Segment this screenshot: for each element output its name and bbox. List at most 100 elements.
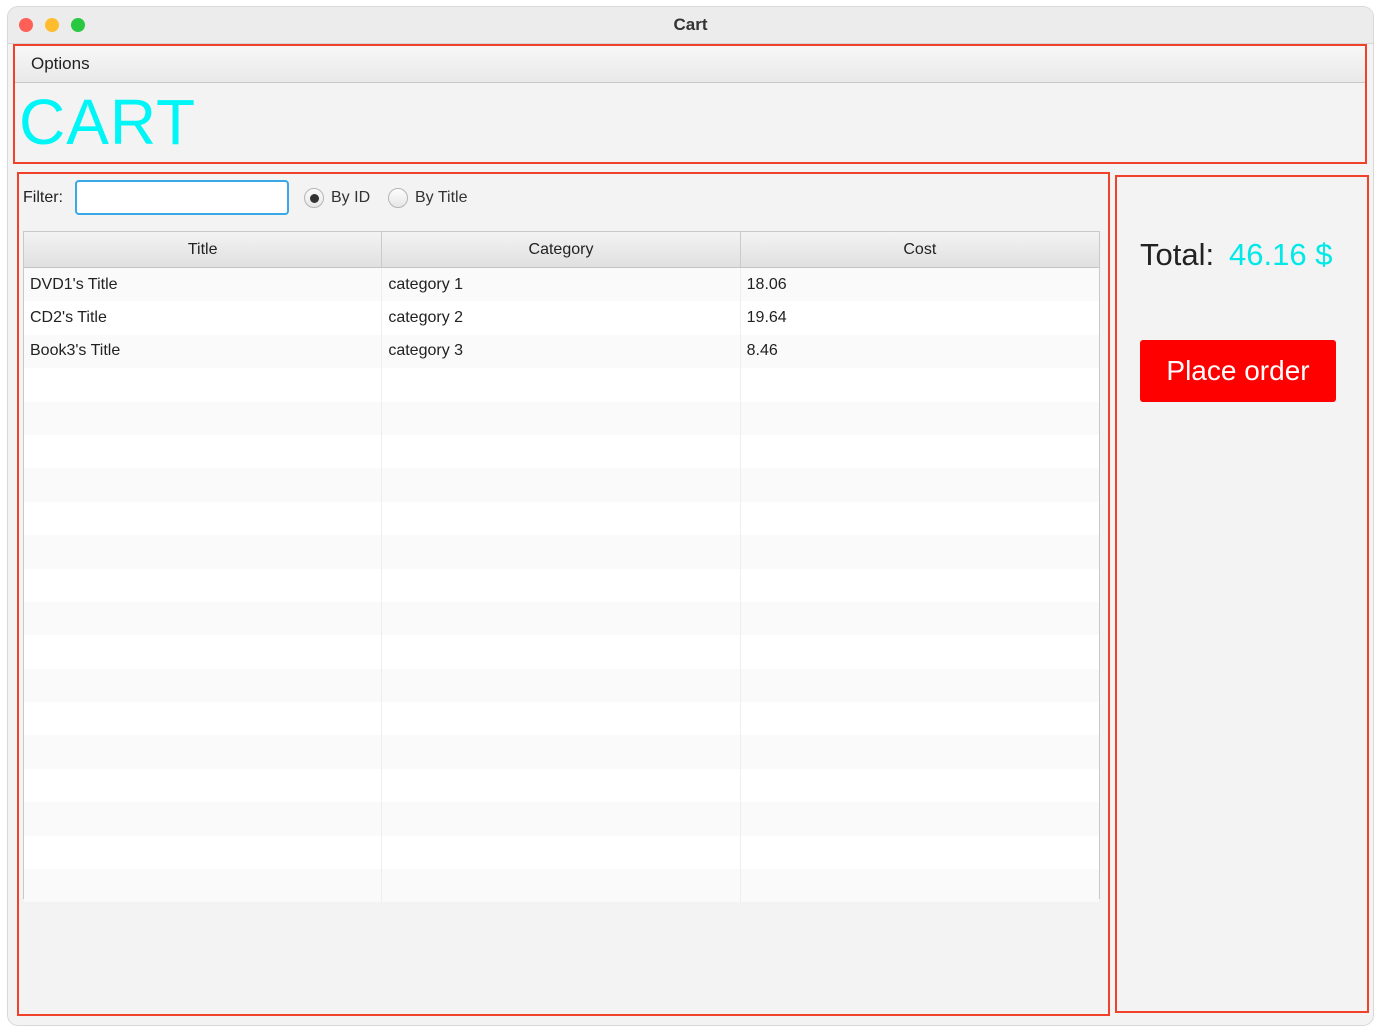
column-header-category[interactable]: Category <box>382 232 741 267</box>
cell-title: DVD1's Title <box>24 268 383 302</box>
empty-cell <box>382 535 741 569</box>
empty-cell <box>741 802 1099 835</box>
empty-cell <box>382 368 741 402</box>
empty-cell <box>382 869 741 903</box>
empty-cell <box>741 735 1099 768</box>
empty-cell <box>24 601 383 636</box>
empty-cell <box>741 602 1099 635</box>
header-region: Options CART <box>13 44 1367 164</box>
radio-by-id-label[interactable]: By ID <box>331 189 370 207</box>
empty-cell <box>382 802 741 836</box>
empty-cell <box>382 601 741 636</box>
empty-table-row <box>24 635 1099 669</box>
empty-cell <box>741 702 1099 735</box>
radio-by-title-label[interactable]: By Title <box>415 189 467 207</box>
empty-cell <box>741 402 1099 435</box>
cart-window: Cart Options CART Filter: By ID By Title… <box>8 7 1373 1025</box>
empty-table-row <box>24 368 1099 402</box>
empty-table-row <box>24 869 1099 903</box>
radio-by-id-circle[interactable] <box>304 188 324 208</box>
empty-cell <box>24 401 383 435</box>
empty-table-row <box>24 835 1099 870</box>
place-order-button[interactable]: Place order <box>1140 340 1336 402</box>
empty-cell <box>741 468 1099 501</box>
order-summary-panel: Total: 46.16 $ Place order <box>1115 175 1369 1013</box>
empty-cell <box>24 434 383 469</box>
empty-cell <box>382 668 741 703</box>
empty-cell <box>24 635 383 669</box>
cell-cost: 8.46 <box>746 342 778 360</box>
radio-by-title-circle[interactable] <box>388 188 408 208</box>
empty-cell <box>382 501 741 536</box>
empty-table-row <box>24 702 1099 736</box>
filter-label: Filter: <box>23 189 63 206</box>
empty-cell <box>741 635 1099 668</box>
empty-cell <box>741 502 1099 535</box>
empty-table-row <box>24 501 1099 536</box>
empty-table-row <box>24 434 1099 469</box>
empty-cell <box>741 669 1099 702</box>
cart-items-panel: Filter: By ID By Title Title Category Co… <box>17 172 1110 1016</box>
empty-cell <box>24 702 383 736</box>
empty-table-row <box>24 735 1099 769</box>
empty-table-row <box>24 568 1099 602</box>
empty-table-row <box>24 601 1099 636</box>
cart-table[interactable]: Title Category Cost DVD1's Title categor… <box>23 231 1100 903</box>
cell-cost: 18.06 <box>746 275 787 293</box>
total-value: 46.16 $ <box>1229 237 1333 272</box>
radio-by-title[interactable]: By Title <box>388 186 467 210</box>
cell-category: category 2 <box>382 301 741 335</box>
column-header-title[interactable]: Title <box>24 232 383 267</box>
total-label: Total: <box>1140 237 1215 272</box>
radio-selected-dot <box>309 193 319 203</box>
column-header-cost[interactable]: Cost <box>741 232 1099 267</box>
empty-table-row <box>24 802 1099 836</box>
cell-title: Book3's Title <box>24 334 383 369</box>
empty-table-row <box>24 401 1099 435</box>
table-row[interactable]: CD2's Title category 2 19.64 <box>24 301 1099 335</box>
empty-cell <box>741 435 1099 468</box>
empty-cell <box>24 501 383 536</box>
cell-category: category 3 <box>382 334 741 369</box>
empty-cell <box>24 768 383 803</box>
empty-cell <box>24 735 383 769</box>
cart-heading: CART <box>19 86 197 158</box>
empty-cell <box>741 869 1099 902</box>
cell-title: CD2's Title <box>24 301 383 335</box>
empty-cell <box>382 635 741 669</box>
table-row[interactable]: Book3's Title category 3 8.46 <box>24 334 1099 369</box>
radio-by-id[interactable]: By ID <box>304 186 370 210</box>
empty-cell <box>24 668 383 703</box>
empty-cell <box>741 368 1099 401</box>
empty-cell <box>24 535 383 569</box>
empty-table-row <box>24 668 1099 703</box>
empty-cell <box>382 735 741 769</box>
menu-options[interactable]: Options <box>31 54 90 74</box>
table-row[interactable]: DVD1's Title category 1 18.06 <box>24 268 1099 302</box>
cell-cost: 19.64 <box>746 309 787 327</box>
empty-cell <box>24 802 383 836</box>
window-title: Cart <box>673 15 708 34</box>
cell-category: category 1 <box>382 268 741 302</box>
empty-cell <box>24 468 383 502</box>
empty-table-row <box>24 468 1099 502</box>
filter-input[interactable] <box>75 180 289 215</box>
empty-cell <box>382 568 741 602</box>
empty-cell <box>24 568 383 602</box>
empty-cell <box>24 835 383 870</box>
empty-cell <box>741 769 1099 802</box>
empty-table-row <box>24 768 1099 803</box>
empty-cell <box>741 836 1099 869</box>
menu-bar: Options <box>15 46 1365 83</box>
empty-cell <box>382 468 741 502</box>
empty-cell <box>382 401 741 435</box>
empty-cell <box>741 535 1099 568</box>
title-bar[interactable]: Cart <box>8 7 1373 44</box>
empty-cell <box>382 768 741 803</box>
empty-cell <box>24 368 383 402</box>
empty-cell <box>382 434 741 469</box>
empty-cell <box>24 869 383 903</box>
empty-cell <box>741 569 1099 602</box>
table-header: Title Category Cost <box>24 232 1099 268</box>
empty-cell <box>382 835 741 870</box>
